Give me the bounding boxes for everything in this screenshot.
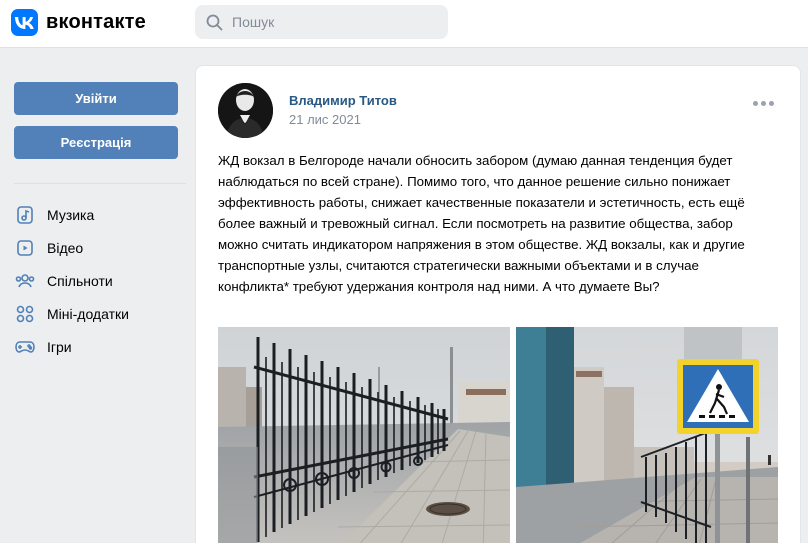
games-icon bbox=[14, 336, 36, 358]
sidebar-item-music[interactable]: Музика bbox=[14, 198, 189, 231]
sidebar-item-label: Ігри bbox=[47, 338, 72, 355]
post-text: ЖД вокзал в Белгороде начали обносить за… bbox=[218, 153, 745, 294]
search-placeholder: Пошук bbox=[232, 14, 275, 30]
sidebar-item-communities[interactable]: Спільноти bbox=[14, 264, 189, 297]
login-button[interactable]: Увійти bbox=[14, 82, 178, 115]
post-photo-fence[interactable] bbox=[218, 327, 510, 543]
sidebar-item-label: Музика bbox=[47, 206, 95, 223]
sidebar-divider bbox=[14, 183, 186, 184]
sidebar-item-label: Міні-додатки bbox=[47, 305, 129, 322]
sidebar-item-label: Спільноти bbox=[47, 272, 113, 289]
top-header: вконтакте Пошук bbox=[0, 0, 808, 48]
sidebar-nav: Музика Відео Спільноти Міні-додатки Ігри bbox=[14, 198, 189, 363]
sidebar-item-apps[interactable]: Міні-додатки bbox=[14, 297, 189, 330]
post-date[interactable]: 21 лис 2021 bbox=[289, 112, 361, 127]
post-photo-station[interactable] bbox=[516, 327, 778, 543]
sidebar-item-label: Відео bbox=[47, 239, 84, 256]
author-avatar[interactable] bbox=[218, 83, 273, 138]
video-icon bbox=[14, 237, 36, 259]
register-button[interactable]: Реєстрація bbox=[14, 126, 178, 159]
sidebar-item-games[interactable]: Ігри bbox=[14, 330, 189, 363]
vk-logo-icon bbox=[11, 9, 38, 36]
post-card: Владимир Титов 21 лис 2021 ЖД вокзал в Б… bbox=[195, 65, 801, 543]
communities-icon bbox=[14, 270, 36, 292]
logo-text: вконтакте bbox=[46, 11, 146, 33]
sidebar-item-video[interactable]: Відео bbox=[14, 231, 189, 264]
post-author-link[interactable]: Владимир Титов bbox=[289, 93, 397, 108]
apps-icon bbox=[14, 303, 36, 325]
vk-logo[interactable]: вконтакте bbox=[11, 9, 146, 36]
more-options-icon[interactable] bbox=[753, 101, 774, 106]
music-icon bbox=[14, 204, 36, 226]
search-input[interactable]: Пошук bbox=[195, 5, 448, 39]
search-icon bbox=[206, 14, 223, 30]
